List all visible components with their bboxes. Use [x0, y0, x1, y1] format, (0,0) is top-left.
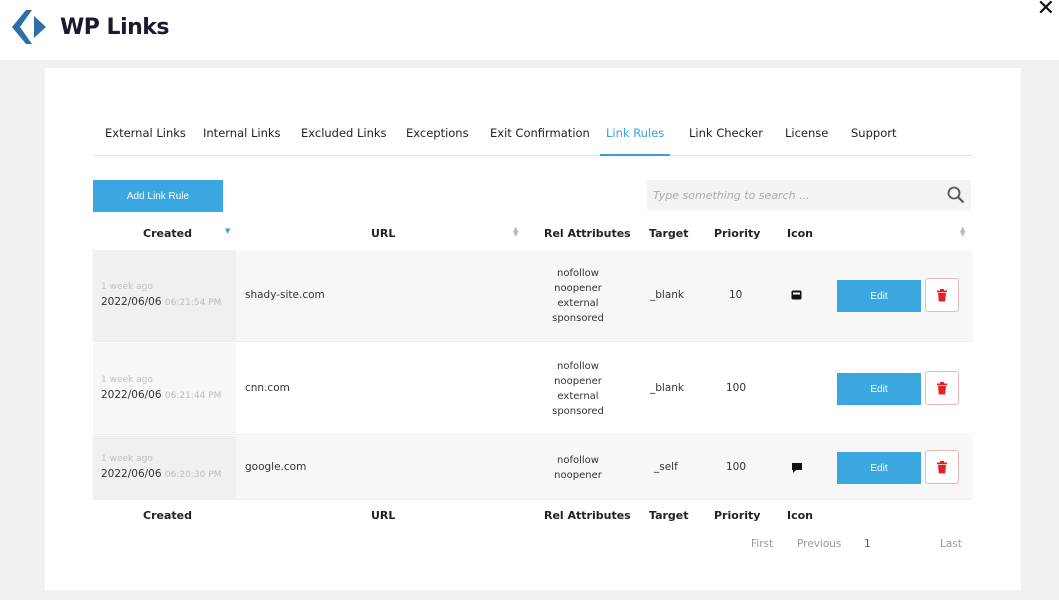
- target-cell: _blank: [650, 289, 685, 301]
- relative-time: 1 week ago: [101, 454, 153, 464]
- created-date: 2022/06/06 06:20:30 PM: [101, 468, 222, 480]
- edit-button[interactable]: Edit: [837, 452, 921, 484]
- footer-target: Target: [649, 509, 689, 522]
- tab-internal-links[interactable]: Internal Links: [197, 126, 287, 156]
- tab-bar: External Links Internal Links Excluded L…: [93, 120, 973, 156]
- url-cell: cnn.com: [245, 382, 290, 394]
- rel-attributes: nofollow noopener: [554, 455, 602, 481]
- priority-cell: 100: [726, 382, 747, 394]
- tab-link-rules[interactable]: Link Rules: [600, 126, 671, 156]
- created-cell: 1 week ago 2022/06/06 06:21:54 PM: [93, 250, 236, 341]
- search-input[interactable]: [647, 180, 937, 210]
- footer-rel-attributes: Rel Attributes: [544, 509, 631, 522]
- target-cell: _blank: [650, 382, 685, 394]
- relative-time: 1 week ago: [101, 375, 153, 385]
- pagination-last[interactable]: Last: [940, 538, 962, 550]
- header-url[interactable]: URL: [371, 227, 395, 240]
- sort-icon[interactable]: ▲ ▼: [513, 226, 518, 238]
- wp-links-logo-icon: [12, 10, 46, 44]
- rel-attributes: nofollow noopener external sponsored: [552, 361, 604, 417]
- top-bar: WP Links ✕: [0, 0, 1059, 60]
- table-row: 1 week ago 2022/06/06 06:21:44 PM cnn.co…: [93, 343, 973, 435]
- header-priority[interactable]: Priority: [714, 227, 760, 240]
- priority-cell: 100: [726, 461, 747, 473]
- url-cell: shady-site.com: [245, 289, 325, 301]
- table-footer: Created URL Rel Attributes Target Priori…: [93, 502, 973, 530]
- table-row: 1 week ago 2022/06/06 06:20:30 PM google…: [93, 436, 973, 500]
- edit-button[interactable]: Edit: [837, 280, 921, 312]
- tab-excluded-links[interactable]: Excluded Links: [295, 126, 393, 156]
- rel-attributes: nofollow noopener external sponsored: [552, 268, 604, 324]
- logo: WP Links: [10, 8, 170, 46]
- close-icon[interactable]: ✕: [1037, 0, 1055, 20]
- header-target[interactable]: Target: [649, 227, 689, 240]
- table-header: Created ▼ URL ▲ ▼ Rel Attributes Target P…: [93, 220, 973, 248]
- tab-support[interactable]: Support: [845, 126, 902, 156]
- target-cell: _self: [654, 461, 678, 473]
- footer-url: URL: [371, 509, 396, 522]
- trash-icon: [937, 460, 947, 473]
- delete-button[interactable]: [925, 371, 959, 405]
- relative-time: 1 week ago: [101, 282, 153, 292]
- footer-created: Created: [143, 509, 192, 522]
- header-created[interactable]: Created: [143, 227, 192, 240]
- delete-button[interactable]: [925, 278, 959, 312]
- created-date: 2022/06/06 06:21:54 PM: [101, 296, 222, 308]
- logo-text: WP Links: [60, 14, 170, 40]
- created-date: 2022/06/06 06:21:44 PM: [101, 389, 222, 401]
- sort-icon[interactable]: ▲ ▼: [960, 226, 965, 238]
- trash-icon: [937, 288, 947, 301]
- header-icon[interactable]: Icon: [787, 227, 813, 240]
- box-icon: [791, 290, 802, 300]
- created-cell: 1 week ago 2022/06/06 06:20:30 PM: [93, 436, 236, 499]
- trash-icon: [937, 381, 947, 394]
- tab-external-links[interactable]: External Links: [99, 126, 192, 156]
- created-cell: 1 week ago 2022/06/06 06:21:44 PM: [93, 343, 236, 434]
- priority-cell: 10: [729, 289, 743, 301]
- tab-link-checker[interactable]: Link Checker: [683, 126, 769, 156]
- header-rel-attributes[interactable]: Rel Attributes: [544, 227, 631, 240]
- edit-button[interactable]: Edit: [837, 373, 921, 405]
- footer-priority: Priority: [714, 509, 761, 522]
- tab-exit-confirmation[interactable]: Exit Confirmation: [484, 126, 596, 156]
- main-panel: External Links Internal Links Excluded L…: [45, 68, 1021, 590]
- url-cell: google.com: [245, 461, 307, 473]
- search-icon[interactable]: [947, 186, 965, 204]
- tab-exceptions[interactable]: Exceptions: [400, 126, 475, 156]
- search-box: [647, 180, 971, 210]
- table-row: 1 week ago 2022/06/06 06:21:54 PM shady-…: [93, 250, 973, 342]
- add-link-rule-button[interactable]: Add Link Rule: [93, 180, 223, 212]
- comment-icon: [792, 463, 802, 473]
- pagination-page[interactable]: 1: [864, 538, 871, 550]
- footer-icon: Icon: [787, 509, 814, 522]
- delete-button[interactable]: [925, 450, 959, 484]
- tab-license[interactable]: License: [779, 126, 834, 156]
- pagination-first[interactable]: First: [751, 538, 773, 550]
- pagination-previous[interactable]: Previous: [797, 538, 841, 550]
- sort-desc-icon[interactable]: ▼: [225, 227, 230, 235]
